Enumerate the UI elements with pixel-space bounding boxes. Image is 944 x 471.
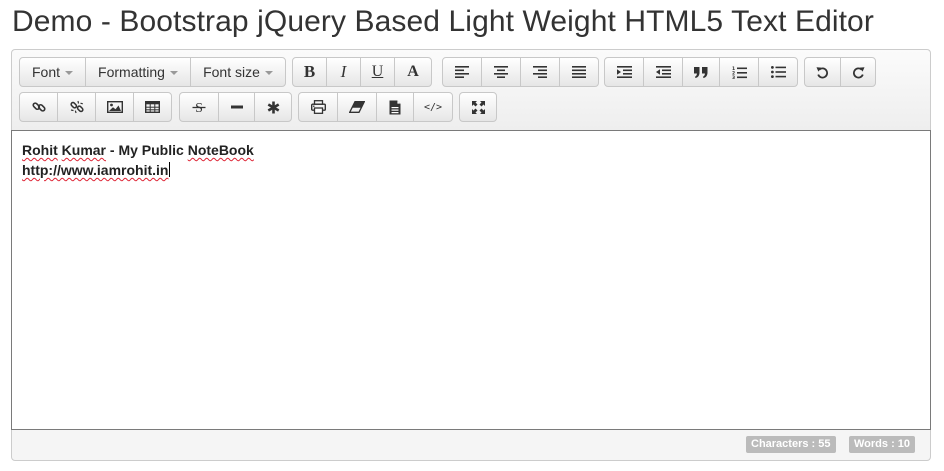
fullscreen-button[interactable] — [459, 92, 497, 122]
view-group — [459, 92, 497, 122]
underline-button[interactable]: U — [360, 57, 395, 87]
italic-button[interactable]: I — [326, 57, 361, 87]
bold-button[interactable]: B — [292, 57, 327, 87]
strikethrough-icon: S — [192, 101, 206, 114]
unlink-button[interactable] — [57, 92, 96, 122]
fullscreen-icon — [471, 100, 485, 114]
outdent-button[interactable] — [643, 57, 683, 87]
unordered-list-button[interactable] — [758, 57, 798, 87]
eraser-button[interactable] — [337, 92, 377, 122]
editor-toolbar: Font Formatting Font size B I U A 1 2 3 … — [12, 50, 930, 130]
font-dropdown[interactable]: Font — [19, 57, 86, 87]
font-size-dropdown[interactable]: Font size — [190, 57, 286, 87]
caret-down-icon — [65, 70, 73, 75]
table-button[interactable] — [133, 92, 172, 122]
document-icon — [389, 100, 401, 114]
page-title: Demo - Bootstrap jQuery Based Light Weig… — [12, 5, 874, 38]
image-button[interactable] — [95, 92, 134, 122]
insert-group — [19, 92, 172, 122]
indent-icon — [616, 66, 632, 78]
redo-button[interactable] — [840, 57, 876, 87]
align-left-button[interactable] — [442, 57, 482, 87]
font-color-button[interactable]: A — [394, 57, 432, 87]
history-group — [804, 57, 876, 87]
italic-icon: I — [340, 62, 347, 81]
text-run: - My Public — [106, 142, 188, 158]
caret-down-icon — [169, 70, 178, 75]
ordered-list-button[interactable]: 123 — [719, 57, 759, 87]
font-dropdown-label: Font — [31, 64, 60, 80]
content-line-2: http://www.iamrohit.in — [22, 162, 171, 178]
caret-down-icon — [264, 70, 273, 75]
print-button[interactable] — [298, 92, 338, 122]
table-icon — [145, 101, 160, 113]
word-count-badge: Words : 10 — [849, 436, 916, 453]
align-justify-button[interactable] — [559, 57, 599, 87]
text-style-group: B I U A — [292, 57, 432, 87]
special-char-button[interactable] — [254, 92, 292, 122]
editor-content-area[interactable]: Rohit Kumar - My Public NoteBook http://… — [11, 130, 931, 430]
content-line-1: Rohit Kumar - My Public NoteBook — [22, 142, 254, 158]
text-editor: Font Formatting Font size B I U A 1 2 3 … — [11, 49, 931, 461]
source-code-button[interactable]: </> — [413, 92, 453, 122]
content-url: http://www.iamrohit.in — [22, 162, 169, 178]
unordered-list-icon — [770, 66, 786, 78]
align-center-icon — [494, 66, 508, 78]
font-color-icon: A — [407, 63, 419, 80]
redo-icon — [852, 66, 864, 78]
character-count-badge: Characters : 55 — [746, 436, 836, 453]
misspelled-word: Kumar — [61, 142, 107, 158]
svg-text:3: 3 — [732, 75, 735, 79]
blockquote-icon — [694, 66, 708, 78]
font-dropdown-group: Font Formatting Font size — [19, 57, 286, 87]
horizontal-rule-icon — [230, 105, 243, 109]
underline-icon: U — [371, 63, 384, 80]
misspelled-word: Rohit — [22, 142, 58, 158]
align-right-button[interactable] — [520, 57, 560, 87]
unlink-icon — [69, 100, 84, 114]
blockquote-button[interactable] — [682, 57, 720, 87]
asterisk-icon — [267, 101, 279, 113]
strikethrough-button[interactable]: S — [179, 92, 219, 122]
eraser-icon — [349, 101, 365, 113]
align-justify-icon — [572, 66, 586, 78]
indent-button[interactable] — [604, 57, 644, 87]
editor-status-bar: Characters : 55 Words : 10 — [12, 430, 930, 460]
document-button[interactable] — [376, 92, 414, 122]
paragraph-group: 123 — [604, 57, 798, 87]
formatting-dropdown[interactable]: Formatting — [85, 57, 191, 87]
text-cursor — [169, 162, 171, 177]
link-icon — [31, 102, 46, 112]
outdent-icon — [655, 66, 671, 78]
align-center-button[interactable] — [481, 57, 521, 87]
image-icon — [106, 101, 123, 113]
ordered-list-icon: 123 — [732, 66, 747, 79]
undo-icon — [816, 66, 828, 78]
bold-icon: B — [303, 62, 316, 81]
align-right-icon — [533, 66, 547, 78]
print-icon — [310, 100, 326, 114]
align-left-icon — [455, 66, 469, 78]
link-button[interactable] — [19, 92, 58, 122]
undo-button[interactable] — [804, 57, 841, 87]
formatting-dropdown-label: Formatting — [98, 64, 165, 80]
misc-format-group: S — [179, 92, 292, 122]
alignment-group — [442, 57, 599, 87]
misspelled-word: NoteBook — [187, 142, 254, 158]
code-icon: </> — [423, 101, 443, 113]
horizontal-rule-button[interactable] — [218, 92, 255, 122]
font-size-dropdown-label: Font size — [203, 64, 260, 80]
document-group: </> — [298, 92, 453, 122]
